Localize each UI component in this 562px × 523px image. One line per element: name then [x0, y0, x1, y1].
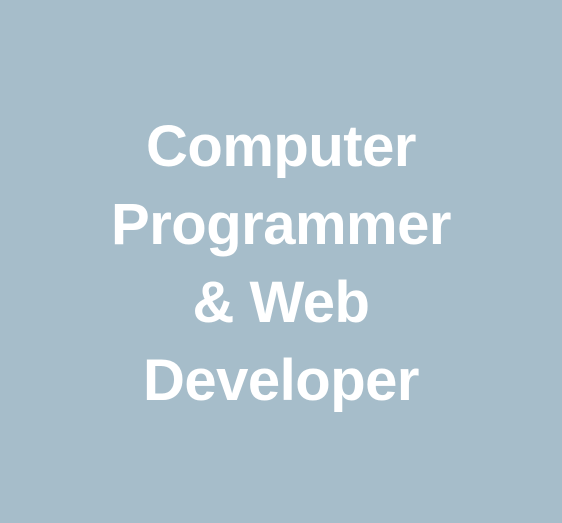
title-line-4: Developer: [143, 347, 419, 413]
title-line-2: Programmer: [111, 191, 451, 257]
page-title: Computer Programmer & Web Developer: [111, 108, 451, 420]
title-line-3: & Web: [192, 269, 370, 335]
title-card: Computer Programmer & Web Developer: [0, 0, 562, 523]
title-line-1: Computer: [146, 113, 416, 179]
